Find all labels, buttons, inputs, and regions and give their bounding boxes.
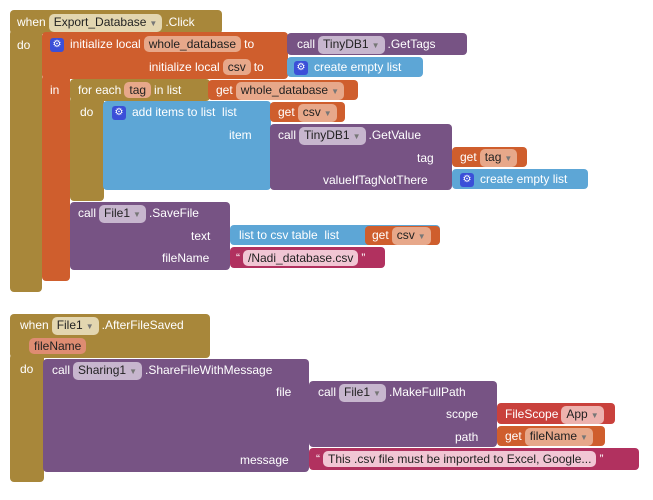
tag-label: tag — [417, 151, 434, 165]
event-header: when Export_Database ▼ .Click — [17, 12, 195, 32]
do-label: do — [80, 105, 94, 119]
text-label: text — [191, 229, 211, 243]
gear-icon[interactable]: ⚙ — [112, 105, 126, 120]
gear-icon[interactable]: ⚙ — [294, 60, 308, 75]
value-if-label: valueIfTagNotThere — [323, 173, 428, 187]
var-name-field[interactable]: whole_database — [143, 36, 242, 52]
text-field[interactable]: This .csv file must be imported to Excel… — [323, 451, 597, 467]
text-field[interactable]: /Nadi_database.csv — [243, 250, 359, 266]
path-label: path — [455, 430, 479, 444]
loop-var-field[interactable]: tag — [124, 82, 152, 98]
component-dropdown[interactable]: TinyDB1 ▼ — [318, 36, 385, 54]
scope-label: scope — [446, 407, 479, 421]
local-var-body — [42, 75, 70, 281]
event-block-body — [10, 30, 42, 292]
event-param[interactable]: fileName — [29, 338, 87, 354]
component-dropdown[interactable]: Export_Database ▼ — [48, 14, 163, 32]
filename-label: fileName — [162, 251, 210, 265]
file-label: file — [276, 385, 292, 399]
component-dropdown[interactable]: File1 ▼ — [51, 317, 99, 335]
message-label: message — [240, 453, 289, 467]
gear-icon[interactable]: ⚙ — [460, 172, 474, 187]
do-label: do — [17, 38, 31, 52]
var-name-field[interactable]: csv — [222, 59, 251, 75]
in-label: in — [50, 83, 60, 97]
gear-icon[interactable]: ⚙ — [50, 37, 64, 52]
item-label: item — [229, 128, 252, 142]
component-dropdown[interactable]: Sharing1 ▼ — [73, 362, 142, 380]
do-label: do — [20, 362, 34, 376]
chevron-down-icon: ▼ — [149, 19, 158, 28]
